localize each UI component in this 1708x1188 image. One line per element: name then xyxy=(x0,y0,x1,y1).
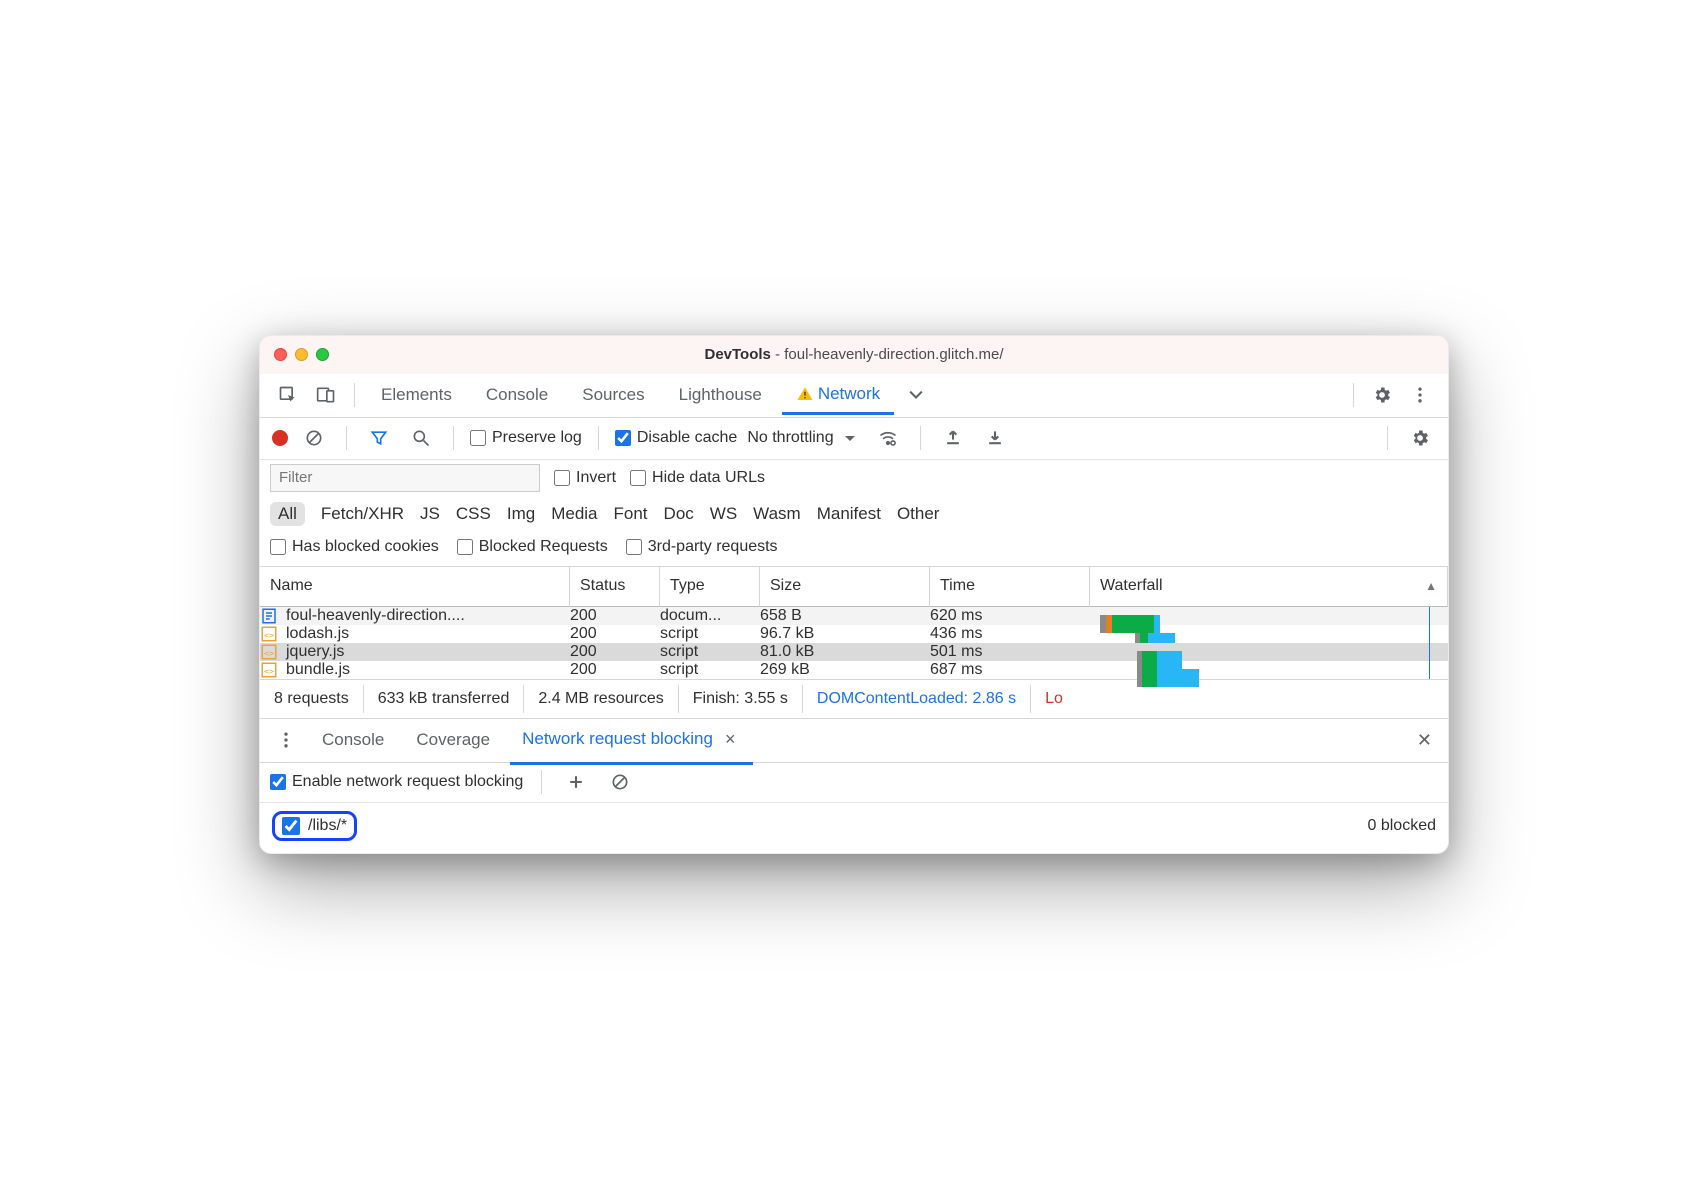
blocked-count: 0 blocked xyxy=(1368,817,1437,835)
close-drawer-icon[interactable]: ✕ xyxy=(1411,726,1438,755)
clear-icon[interactable] xyxy=(298,422,330,454)
type-filter-all[interactable]: All xyxy=(270,502,305,526)
kebab-menu-icon[interactable] xyxy=(1404,379,1436,411)
network-toolbar: Preserve log Disable cache No throttling xyxy=(260,418,1448,460)
summary-bar: 8 requests 633 kB transferred 2.4 MB res… xyxy=(260,679,1448,719)
chevron-right-icon[interactable] xyxy=(932,379,964,411)
window-title: DevTools - foul-heavenly-direction.glitc… xyxy=(704,346,1003,363)
clear-patterns-icon[interactable] xyxy=(604,766,636,798)
titlebar: DevTools - foul-heavenly-direction.glitc… xyxy=(260,336,1448,374)
type-filter-css[interactable]: CSS xyxy=(456,504,491,524)
close-tab-icon[interactable]: × xyxy=(719,725,742,754)
summary-load: Lo xyxy=(1031,685,1071,713)
inspect-element-icon[interactable] xyxy=(272,379,304,411)
type-filter-ws[interactable]: WS xyxy=(710,504,737,524)
enable-blocking-checkbox[interactable]: Enable network request blocking xyxy=(270,773,523,791)
traffic-lights xyxy=(274,348,329,361)
type-filter-img[interactable]: Img xyxy=(507,504,535,524)
devtools-window: DevTools - foul-heavenly-direction.glitc… xyxy=(259,335,1449,854)
filter-icon[interactable] xyxy=(363,422,395,454)
col-waterfall[interactable]: Waterfall▲ xyxy=(1090,567,1448,607)
import-har-icon[interactable] xyxy=(937,422,969,454)
summary-dcl: DOMContentLoaded: 2.86 s xyxy=(803,685,1031,713)
sort-asc-icon: ▲ xyxy=(1425,579,1437,593)
blocking-pattern-row: /libs/* 0 blocked xyxy=(260,803,1448,853)
additional-filters: Has blocked cookies Blocked Requests 3rd… xyxy=(260,532,1448,567)
hide-data-urls-checkbox[interactable]: Hide data URLs xyxy=(630,469,765,487)
minimize-icon[interactable] xyxy=(295,348,308,361)
network-settings-icon[interactable] xyxy=(1404,422,1436,454)
zoom-icon[interactable] xyxy=(316,348,329,361)
type-filter-manifest[interactable]: Manifest xyxy=(817,504,881,524)
filter-input[interactable] xyxy=(270,464,540,492)
summary-finish: Finish: 3.55 s xyxy=(679,685,803,713)
type-filter-fetchxhr[interactable]: Fetch/XHR xyxy=(321,504,404,524)
drawer-menu-icon[interactable] xyxy=(270,724,302,756)
pattern-checkbox[interactable] xyxy=(282,817,300,835)
throttling-dropdown[interactable]: No throttling xyxy=(747,426,861,450)
type-filter-wasm[interactable]: Wasm xyxy=(753,504,801,524)
blocked-requests-checkbox[interactable]: Blocked Requests xyxy=(457,538,608,556)
type-filter-doc[interactable]: Doc xyxy=(664,504,694,524)
col-name[interactable]: Name xyxy=(260,567,570,607)
tab-elements[interactable]: Elements xyxy=(367,377,466,413)
add-pattern-icon[interactable] xyxy=(560,766,592,798)
col-type[interactable]: Type xyxy=(660,567,760,607)
chevron-down-icon xyxy=(838,426,862,450)
invert-checkbox[interactable]: Invert xyxy=(554,469,616,487)
drawer-tab-blocking[interactable]: Network request blocking × xyxy=(510,717,753,765)
col-time[interactable]: Time xyxy=(930,567,1090,607)
blocking-toolbar: Enable network request blocking xyxy=(260,763,1448,803)
settings-icon[interactable] xyxy=(1366,379,1398,411)
device-toolbar-icon[interactable] xyxy=(310,379,342,411)
has-blocked-cookies-checkbox[interactable]: Has blocked cookies xyxy=(270,538,439,556)
type-filter-row: All Fetch/XHR JS CSS Img Media Font Doc … xyxy=(260,496,1448,532)
panel-tabs: Elements Console Sources Lighthouse Netw… xyxy=(260,374,1448,418)
drawer-tab-console[interactable]: Console xyxy=(310,722,396,758)
type-filter-other[interactable]: Other xyxy=(897,504,940,524)
drawer-tabs: Console Coverage Network request blockin… xyxy=(260,719,1448,763)
pattern-entry[interactable]: /libs/* xyxy=(272,811,357,841)
export-har-icon[interactable] xyxy=(979,422,1011,454)
third-party-checkbox[interactable]: 3rd-party requests xyxy=(626,538,778,556)
tab-sources[interactable]: Sources xyxy=(568,377,658,413)
record-icon[interactable] xyxy=(272,430,288,446)
tab-console[interactable]: Console xyxy=(472,377,562,413)
more-tabs-icon[interactable] xyxy=(900,379,932,411)
filter-row: Invert Hide data URLs xyxy=(260,460,1448,496)
pattern-text: /libs/* xyxy=(308,817,347,835)
type-filter-js[interactable]: JS xyxy=(420,504,440,524)
preserve-log-checkbox[interactable]: Preserve log xyxy=(470,429,582,447)
summary-requests: 8 requests xyxy=(260,685,364,713)
type-filter-font[interactable]: Font xyxy=(614,504,648,524)
col-size[interactable]: Size xyxy=(760,567,930,607)
col-status[interactable]: Status xyxy=(570,567,660,607)
tab-network[interactable]: Network xyxy=(782,376,894,415)
network-table: Name Status Type Size Time Waterfall▲ fo… xyxy=(260,567,1448,679)
summary-resources: 2.4 MB resources xyxy=(524,685,678,713)
warning-icon xyxy=(796,385,814,403)
search-icon[interactable] xyxy=(405,422,437,454)
tab-lighthouse[interactable]: Lighthouse xyxy=(665,377,776,413)
type-filter-media[interactable]: Media xyxy=(551,504,597,524)
close-icon[interactable] xyxy=(274,348,287,361)
summary-transferred: 633 kB transferred xyxy=(364,685,525,713)
drawer-tab-coverage[interactable]: Coverage xyxy=(404,722,502,758)
disable-cache-checkbox[interactable]: Disable cache xyxy=(615,429,738,447)
network-conditions-icon[interactable] xyxy=(872,422,904,454)
